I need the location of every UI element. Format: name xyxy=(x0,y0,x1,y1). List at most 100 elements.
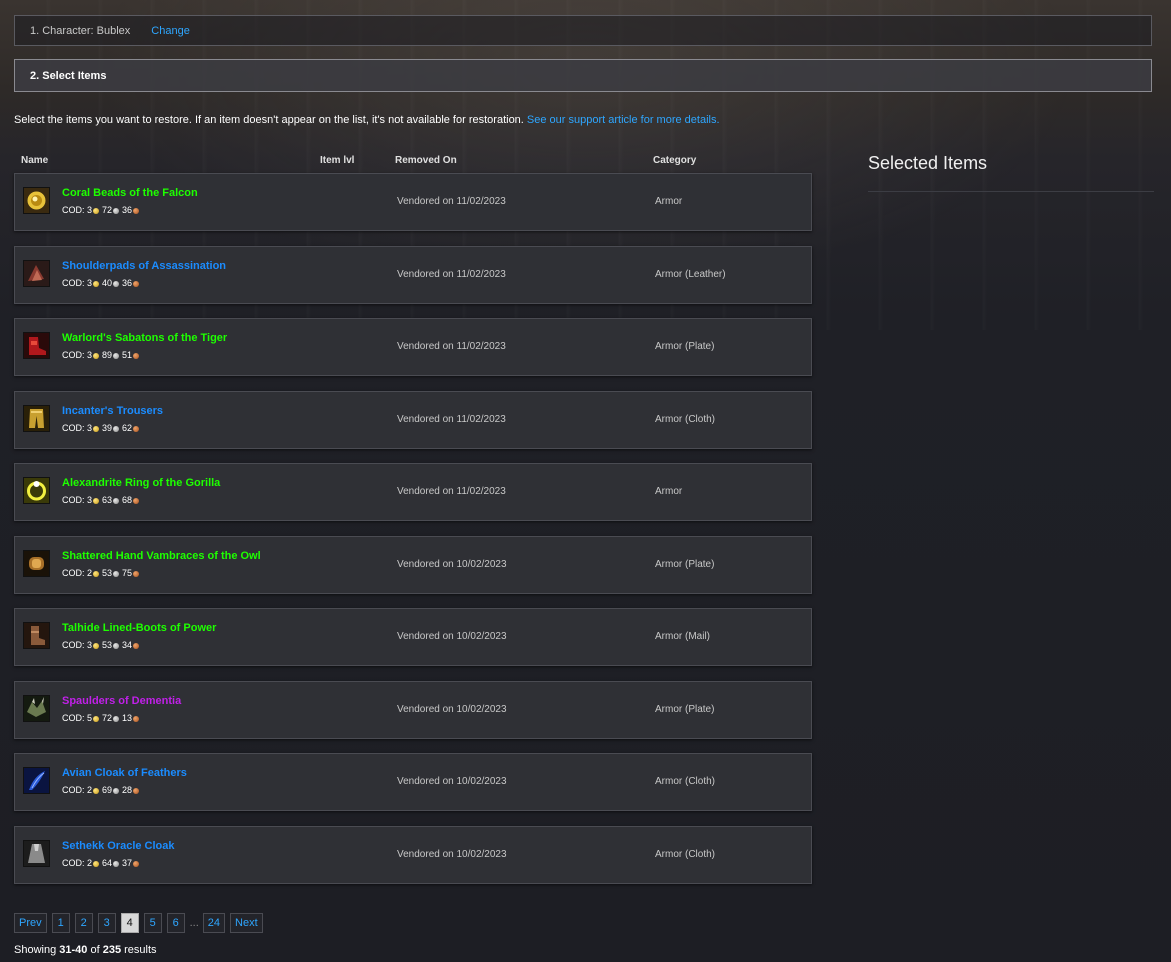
copper-amount: 51 xyxy=(122,350,133,360)
silver-amount: 63 xyxy=(102,495,113,505)
item-row[interactable]: Talhide Lined-Boots of Power COD: 3 53 34 Ve… xyxy=(14,608,812,666)
silver-amount: 72 xyxy=(102,205,113,215)
silver-coin-icon xyxy=(113,281,120,287)
intro-text: Select the items you want to restore. If… xyxy=(14,114,720,126)
copper-amount: 36 xyxy=(122,278,133,288)
copper-coin-icon xyxy=(133,353,140,359)
gold-amount: 2 xyxy=(87,785,93,795)
silver-amount: 53 xyxy=(102,640,113,650)
item-row[interactable]: Shoulderpads of Assassination COD: 3 40 36 V… xyxy=(14,246,812,304)
gold-amount: 3 xyxy=(87,350,93,360)
item-name[interactable]: Avian Cloak of Feathers xyxy=(62,767,187,779)
pagination-page-1[interactable]: 1 xyxy=(51,913,70,933)
pagination-page-2[interactable]: 2 xyxy=(74,913,93,933)
change-character-link[interactable]: Change xyxy=(151,25,190,37)
copper-coin-icon xyxy=(133,426,140,432)
copper-coin-icon xyxy=(133,788,140,794)
step-select-items-label: 2. Select Items xyxy=(30,69,107,82)
item-cod-price: COD: 2 69 28 xyxy=(62,785,142,795)
results-mid: of xyxy=(87,944,103,956)
item-name[interactable]: Shoulderpads of Assassination xyxy=(62,260,226,272)
column-header-item-level[interactable]: Item lvl xyxy=(320,155,354,166)
item-name[interactable]: Sethekk Oracle Cloak xyxy=(62,840,175,852)
step-character-label: 1. Character: Bublex xyxy=(30,24,131,37)
item-removed-on: Vendored on 11/02/2023 xyxy=(397,269,506,280)
gold-amount: 3 xyxy=(87,423,93,433)
copper-coin-icon xyxy=(133,643,140,649)
silver-coin-icon xyxy=(113,426,120,432)
copper-amount: 75 xyxy=(122,568,133,578)
item-row[interactable]: Alexandrite Ring of the Gorilla COD: 3 63 6… xyxy=(14,463,812,521)
results-total: 235 xyxy=(102,944,122,956)
item-removed-on: Vendored on 11/02/2023 xyxy=(397,341,506,352)
column-header-category[interactable]: Category xyxy=(653,155,696,166)
selected-items-divider xyxy=(868,191,1154,192)
silver-amount: 69 xyxy=(102,785,113,795)
item-removed-on: Vendored on 10/02/2023 xyxy=(397,849,507,860)
results-range: 31-40 xyxy=(59,944,88,956)
item-cod-price: COD: 3 89 51 xyxy=(62,350,142,360)
cloak-icon xyxy=(23,840,50,867)
item-category: Armor (Plate) xyxy=(655,341,715,352)
cod-label: COD: xyxy=(62,713,85,723)
sabatons-icon xyxy=(23,332,50,359)
item-name[interactable]: Coral Beads of the Falcon xyxy=(62,187,198,199)
pagination-prev-button[interactable]: Prev xyxy=(14,913,47,933)
item-row[interactable]: Shattered Hand Vambraces of the Owl COD: … xyxy=(14,536,812,594)
item-row[interactable]: Spaulders of Dementia COD: 5 72 13 Vendored … xyxy=(14,681,812,739)
item-category: Armor (Plate) xyxy=(655,559,715,570)
copper-coin-icon xyxy=(133,498,140,504)
gold-coin-icon xyxy=(93,716,100,722)
support-article-link[interactable]: See our support article for more details… xyxy=(527,114,720,126)
item-removed-on: Vendored on 10/02/2023 xyxy=(397,631,507,642)
item-category: Armor (Cloth) xyxy=(655,414,716,425)
silver-coin-icon xyxy=(113,643,120,649)
item-name[interactable]: Shattered Hand Vambraces of the Owl xyxy=(62,550,261,562)
gold-amount: 5 xyxy=(87,713,93,723)
item-row[interactable]: Coral Beads of the Falcon COD: 3 72 36 Vendo… xyxy=(14,173,812,231)
item-row[interactable]: Avian Cloak of Feathers COD: 2 69 28 Vendore… xyxy=(14,753,812,811)
copper-coin-icon xyxy=(133,861,140,867)
copper-coin-icon xyxy=(133,571,140,577)
item-row[interactable]: Sethekk Oracle Cloak COD: 2 64 37 Vendored o… xyxy=(14,826,812,884)
gold-amount: 2 xyxy=(87,858,93,868)
cod-label: COD: xyxy=(62,423,85,433)
column-header-removed-on[interactable]: Removed On xyxy=(395,155,457,166)
silver-coin-icon xyxy=(113,353,120,359)
item-cod-price: COD: 3 72 36 xyxy=(62,205,142,215)
gold-amount: 3 xyxy=(87,495,93,505)
cod-label: COD: xyxy=(62,785,85,795)
pagination-page-last[interactable]: 24 xyxy=(202,913,226,933)
item-removed-on: Vendored on 10/02/2023 xyxy=(397,776,507,787)
column-header-name[interactable]: Name xyxy=(21,155,48,166)
item-removed-on: Vendored on 11/02/2023 xyxy=(397,196,506,207)
coral-beads-icon xyxy=(23,187,50,214)
item-category: Armor xyxy=(655,196,683,207)
item-category: Armor (Mail) xyxy=(655,631,710,642)
intro-description: Select the items you want to restore. If… xyxy=(14,114,524,126)
copper-amount: 68 xyxy=(122,495,133,505)
item-removed-on: Vendored on 10/02/2023 xyxy=(397,704,507,715)
cod-label: COD: xyxy=(62,205,85,215)
item-row[interactable]: Warlord's Sabatons of the Tiger COD: 3 89 5… xyxy=(14,318,812,376)
cod-label: COD: xyxy=(62,640,85,650)
pagination-page-4[interactable]: 4 xyxy=(120,913,139,933)
item-name[interactable]: Incanter's Trousers xyxy=(62,405,163,417)
item-name[interactable]: Alexandrite Ring of the Gorilla xyxy=(62,477,220,489)
item-name[interactable]: Talhide Lined-Boots of Power xyxy=(62,622,216,634)
pagination-page-3[interactable]: 3 xyxy=(97,913,116,933)
item-category: Armor (Cloth) xyxy=(655,849,716,860)
step-select-items: 2. Select Items xyxy=(14,59,1152,92)
spaulders-icon xyxy=(23,695,50,722)
pagination-page-5[interactable]: 5 xyxy=(143,913,162,933)
item-name[interactable]: Spaulders of Dementia xyxy=(62,695,181,707)
pagination-next-button[interactable]: Next xyxy=(230,913,263,933)
copper-amount: 36 xyxy=(122,205,133,215)
item-name[interactable]: Warlord's Sabatons of the Tiger xyxy=(62,332,227,344)
gold-coin-icon xyxy=(93,861,100,867)
pagination-page-6[interactable]: 6 xyxy=(166,913,185,933)
item-cod-price: COD: 5 72 13 xyxy=(62,713,142,723)
item-cod-price: COD: 3 39 62 xyxy=(62,423,142,433)
item-row[interactable]: Incanter's Trousers COD: 3 39 62 Vendored on… xyxy=(14,391,812,449)
cod-label: COD: xyxy=(62,568,85,578)
